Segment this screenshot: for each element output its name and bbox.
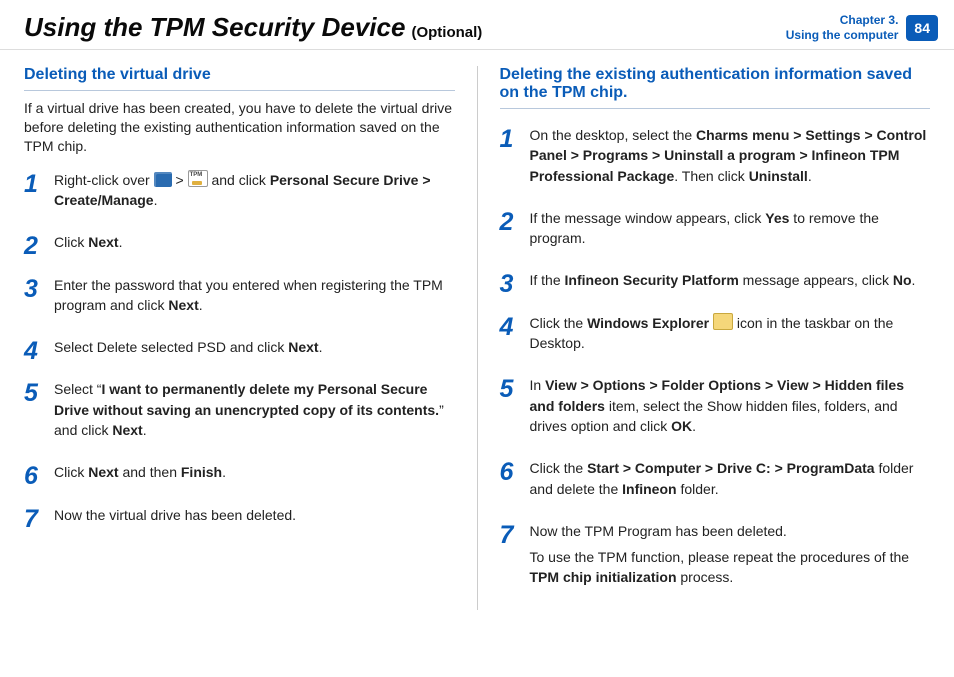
bold-text: Infineon Security Platform — [565, 272, 739, 288]
right-step-3: If the Infineon Security Platform messag… — [500, 270, 931, 290]
bold-text: Windows Explorer — [587, 315, 709, 331]
text: Click the — [530, 315, 588, 331]
right-step-6: Click the Start > Computer > Drive C: > … — [500, 458, 931, 499]
text: . — [222, 464, 226, 480]
page-number-badge: 84 — [906, 15, 938, 41]
text: folder. — [677, 481, 719, 497]
text: . — [199, 297, 203, 313]
content-columns: Deleting the virtual drive If a virtual … — [0, 50, 954, 618]
text: process. — [677, 569, 734, 585]
text: . — [154, 192, 158, 208]
chapter-line1: Chapter 3. — [786, 13, 899, 28]
text: > — [172, 172, 188, 188]
right-step-2: If the message window appears, click Yes… — [500, 208, 931, 249]
bold-text: Next — [288, 339, 318, 355]
left-step-2: Click Next. — [24, 232, 455, 252]
bold-text: I want to permanently delete my Personal… — [54, 381, 439, 417]
left-intro: If a virtual drive has been created, you… — [24, 99, 455, 156]
right-step-7: Now the TPM Program has been deleted. To… — [500, 521, 931, 588]
text: Right-click over — [54, 172, 154, 188]
text: Click the — [530, 460, 588, 476]
left-column: Deleting the virtual drive If a virtual … — [24, 66, 455, 610]
text: . — [912, 272, 916, 288]
text: Now the virtual drive has been deleted. — [54, 507, 296, 523]
page-subtitle: (Optional) — [411, 24, 482, 41]
tpm-tray-icon — [188, 170, 208, 187]
bold-text: Next — [168, 297, 198, 313]
left-step-1: Right-click over > and click Personal Se… — [24, 170, 455, 211]
header-right: Chapter 3. Using the computer 84 — [786, 13, 954, 43]
bold-text: Uninstall — [749, 168, 808, 184]
bold-text: Next — [112, 422, 142, 438]
right-step-4: Click the Windows Explorer icon in the t… — [500, 313, 931, 354]
windows-start-icon — [154, 172, 172, 187]
bold-text: Start > Computer > Drive C: > ProgramDat… — [587, 460, 874, 476]
text: Click — [54, 234, 88, 250]
bold-text: Next — [88, 464, 118, 480]
windows-explorer-icon — [713, 313, 733, 330]
text: In — [530, 377, 546, 393]
right-column: Deleting the existing authentication inf… — [500, 66, 931, 610]
bold-text: Finish — [181, 464, 222, 480]
bold-text: TPM chip initialization — [530, 569, 677, 585]
left-step-7: Now the virtual drive has been deleted. — [24, 505, 455, 525]
right-heading: Deleting the existing authentication inf… — [500, 66, 931, 109]
page-header: Using the TPM Security Device (Optional)… — [0, 0, 954, 50]
left-step-5: Select “I want to permanently delete my … — [24, 379, 455, 440]
text: and click — [208, 172, 270, 188]
column-divider — [477, 66, 478, 610]
bold-text: OK — [671, 418, 692, 434]
text: . — [119, 234, 123, 250]
text: . — [692, 418, 696, 434]
text: If the message window appears, click — [530, 210, 766, 226]
text: Select Delete selected PSD and click — [54, 339, 288, 355]
text: . — [808, 168, 812, 184]
bold-text: Yes — [765, 210, 789, 226]
chapter-line2: Using the computer — [786, 28, 899, 43]
text: Now the TPM Program has been deleted. — [530, 521, 931, 541]
text: On the desktop, select the — [530, 127, 697, 143]
right-steps: On the desktop, select the Charms menu >… — [500, 125, 931, 588]
left-step-4: Select Delete selected PSD and click Nex… — [24, 337, 455, 357]
text: If the — [530, 272, 565, 288]
text: Select “ — [54, 381, 101, 397]
bold-text: Infineon — [622, 481, 676, 497]
text: . Then click — [674, 168, 748, 184]
text: . — [319, 339, 323, 355]
bold-text: No — [893, 272, 912, 288]
text: message appears, click — [739, 272, 893, 288]
left-step-3: Enter the password that you entered when… — [24, 275, 455, 316]
text: To use the TPM function, please repeat t… — [530, 549, 910, 565]
text: and then — [119, 464, 181, 480]
left-step-6: Click Next and then Finish. — [24, 462, 455, 482]
text: To use the TPM function, please repeat t… — [530, 547, 931, 588]
right-step-1: On the desktop, select the Charms menu >… — [500, 125, 931, 186]
right-step-5: In View > Options > Folder Options > Vie… — [500, 375, 931, 436]
text: Enter the password that you entered when… — [54, 277, 443, 313]
text: . — [143, 422, 147, 438]
text: Click — [54, 464, 88, 480]
chapter-info: Chapter 3. Using the computer — [786, 13, 899, 43]
left-heading: Deleting the virtual drive — [24, 66, 455, 91]
bold-text: Next — [88, 234, 118, 250]
left-steps: Right-click over > and click Personal Se… — [24, 170, 455, 525]
page-title: Using the TPM Security Device — [24, 12, 405, 43]
